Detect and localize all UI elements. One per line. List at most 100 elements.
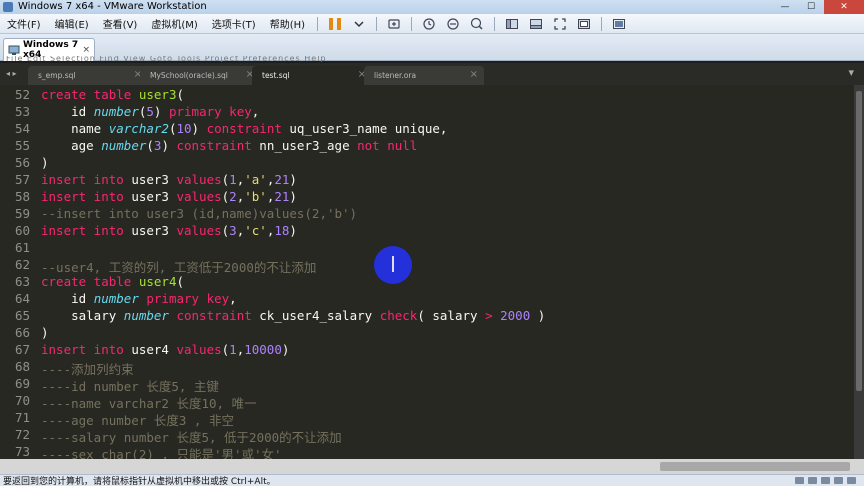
show-library-button[interactable] xyxy=(503,16,521,32)
code-line[interactable]: insert into user4 values(1,10000) xyxy=(41,342,289,357)
editor-tab-myschool[interactable]: MySchool(oracle).sql × xyxy=(140,66,260,85)
cd-drive-icon[interactable] xyxy=(808,477,817,484)
code-token: ----sex char(2) , 只能是'男'或'女' xyxy=(41,447,282,459)
status-message: 要返回到您的计算机，请将鼠标指针从虚拟机中移出或按 Ctrl+Alt。 xyxy=(3,477,276,486)
vm-tab-close-icon[interactable]: × xyxy=(82,45,90,55)
code-line[interactable]: insert into user3 values(3,'c',18) xyxy=(41,223,297,238)
console-view-button[interactable] xyxy=(610,16,628,32)
horizontal-scrollbar[interactable] xyxy=(0,459,854,474)
send-ctrl-alt-del-button[interactable] xyxy=(385,16,403,32)
pause-button[interactable] xyxy=(326,16,344,32)
code-token: ----age number 长度3 , 非空 xyxy=(41,413,234,428)
code-token: --insert into user3 (id,name)values(2,'b… xyxy=(41,206,358,221)
editor-tab-label: MySchool(oracle).sql xyxy=(150,71,228,80)
code-token: --user4, 工资的列, 工资低于2000的不让添加 xyxy=(41,260,317,275)
minimize-button[interactable]: — xyxy=(772,0,798,14)
thumbnail-bar-button[interactable] xyxy=(527,16,545,32)
line-number: 68 xyxy=(14,359,30,374)
code-token: number xyxy=(123,308,169,323)
menu-file[interactable]: 文件(F) xyxy=(0,16,48,31)
snapshot-manager-button[interactable] xyxy=(468,16,486,32)
code-line[interactable]: salary number constraint ck_user4_salary… xyxy=(41,308,545,323)
close-button[interactable]: ✕ xyxy=(824,0,864,14)
line-number: 60 xyxy=(14,223,30,238)
editor-tab-s-emp[interactable]: s_emp.sql × xyxy=(28,66,148,85)
code-line[interactable]: ) xyxy=(41,155,49,170)
menu-help[interactable]: 帮助(H) xyxy=(263,16,312,31)
menu-tabs[interactable]: 选项卡(T) xyxy=(205,16,263,31)
code-line[interactable]: insert into user3 values(1,'a',21) xyxy=(41,172,297,187)
console-view-icon xyxy=(613,18,626,29)
code-line[interactable]: create table user3( xyxy=(41,87,184,102)
code-token: ) xyxy=(161,138,177,153)
code-token: ----name varchar2 长度10, 唯一 xyxy=(41,396,257,411)
snapshot-button[interactable] xyxy=(420,16,438,32)
code-line[interactable]: --insert into user3 (id,name)values(2,'b… xyxy=(41,206,357,221)
hard-disk-icon[interactable] xyxy=(795,477,804,484)
line-number: 54 xyxy=(14,121,30,136)
line-number: 63 xyxy=(14,274,30,289)
sound-icon[interactable] xyxy=(847,477,856,484)
code-line[interactable]: age number(3) constraint nn_user3_age no… xyxy=(41,138,417,153)
menu-view[interactable]: 查看(V) xyxy=(96,16,145,31)
tab-nav-arrows[interactable]: ◂ ▸ xyxy=(6,69,17,78)
code-token: 3 xyxy=(229,223,237,238)
editor-tab-listener[interactable]: listener.ora × xyxy=(364,66,484,85)
unity-button[interactable] xyxy=(575,16,593,32)
toolbar-separator xyxy=(376,16,378,31)
code-token: insert into xyxy=(41,189,124,204)
guest-menu-bar[interactable]: File Edit Selection Find View Goto Tools… xyxy=(6,56,326,62)
line-number: 52 xyxy=(14,87,30,102)
code-line[interactable]: id number primary key, xyxy=(41,291,237,306)
code-token: ( xyxy=(176,274,185,289)
scrollbar-corner xyxy=(854,459,864,474)
code-token: ) xyxy=(530,308,546,323)
code-token: name xyxy=(41,121,109,136)
toolbar-separator xyxy=(494,16,496,31)
network-icon[interactable] xyxy=(821,477,830,484)
code-line[interactable]: id number(5) primary key, xyxy=(41,104,259,119)
tab-list-dropdown[interactable]: ▾ xyxy=(848,66,854,79)
code-token: number xyxy=(93,104,139,119)
code-token: values xyxy=(176,172,222,187)
close-icon[interactable]: × xyxy=(470,69,478,80)
code-line[interactable]: ----sex char(2) , 只能是'男'或'女' xyxy=(41,444,282,459)
toolbar-separator xyxy=(317,16,319,31)
fullscreen-icon xyxy=(554,17,566,30)
code-token: create xyxy=(41,274,87,289)
revert-icon xyxy=(447,17,459,30)
editor-tab-label: s_emp.sql xyxy=(38,71,76,80)
code-line[interactable]: name varchar2(10) constraint uq_user3_na… xyxy=(41,121,447,136)
scrollbar-thumb[interactable] xyxy=(856,91,862,391)
editor-tab-test-sql[interactable]: test.sql × xyxy=(252,66,372,85)
usb-icon[interactable] xyxy=(834,477,843,484)
code-line[interactable]: ) xyxy=(41,325,49,340)
title-bar: Windows 7 x64 - VMware Workstation — ☐ ✕ xyxy=(0,0,864,14)
code-token: ck_user4_salary xyxy=(251,308,380,323)
code-token: values xyxy=(176,189,222,204)
full-screen-button[interactable] xyxy=(551,16,569,32)
menu-vm[interactable]: 虚拟机(M) xyxy=(144,16,204,31)
code-token: id xyxy=(41,104,94,119)
code-line[interactable]: create table user4( xyxy=(41,274,184,289)
power-dropdown-button[interactable] xyxy=(350,16,368,32)
toolbar-separator xyxy=(411,16,413,31)
code-token: table xyxy=(86,87,139,102)
revert-snapshot-button[interactable] xyxy=(444,16,462,32)
code-editor[interactable]: 52 53 54 55 56 57 58 59 60 61 62 63 64 6… xyxy=(0,85,854,459)
code-token: 21 xyxy=(274,172,290,187)
code-token: ) xyxy=(191,121,207,136)
code-token: ) xyxy=(153,104,169,119)
chevron-down-icon xyxy=(354,20,364,27)
mouse-pointer-highlight xyxy=(374,246,412,284)
menu-edit[interactable]: 编辑(E) xyxy=(48,16,96,31)
code-token: number xyxy=(101,138,147,153)
line-number: 56 xyxy=(14,155,30,170)
scrollbar-thumb[interactable] xyxy=(660,462,850,471)
text-cursor-icon xyxy=(392,256,394,272)
vertical-scrollbar[interactable] xyxy=(854,85,864,459)
code-token: constraint xyxy=(176,308,252,323)
code-line[interactable]: insert into user3 values(2,'b',21) xyxy=(41,189,297,204)
maximize-button[interactable]: ☐ xyxy=(798,0,824,14)
